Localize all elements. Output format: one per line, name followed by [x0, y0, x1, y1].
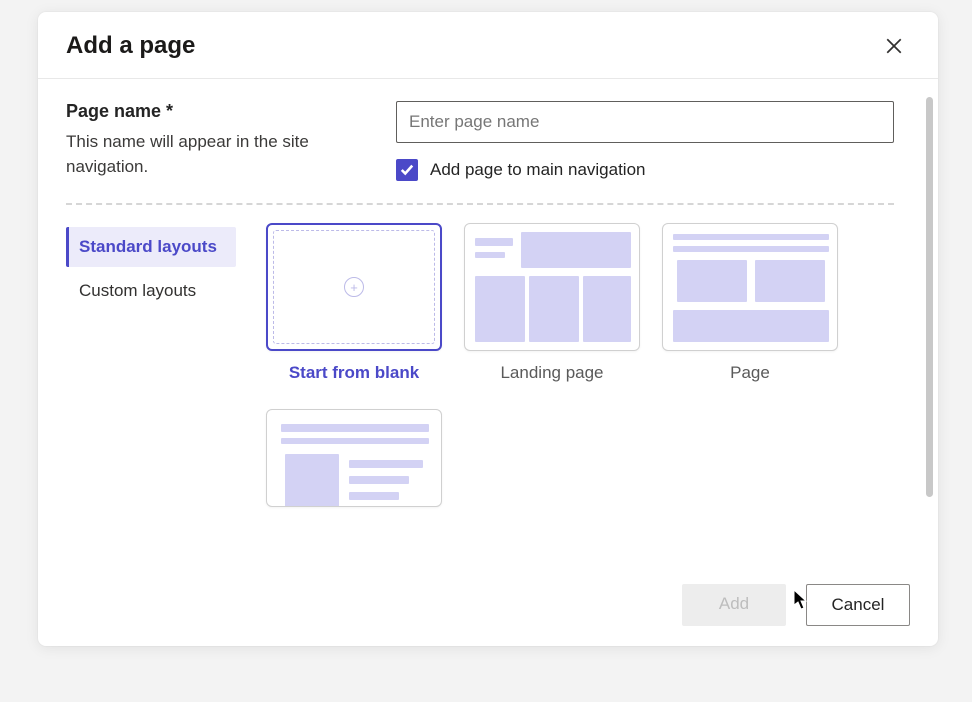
tab-custom-layouts[interactable]: Custom layouts [66, 271, 236, 311]
add-to-nav-checkbox[interactable] [396, 159, 418, 181]
scroll-region: Page name * This name will appear in the… [38, 79, 922, 646]
dialog-title: Add a page [66, 32, 195, 60]
dialog-body: Page name * This name will appear in the… [38, 79, 938, 646]
layout-option-article[interactable] [266, 409, 442, 507]
checkmark-icon [400, 163, 414, 177]
layout-thumb-article [266, 409, 442, 507]
layout-label-landing: Landing page [500, 363, 603, 383]
close-icon [885, 37, 903, 55]
page-name-controls: Add page to main navigation [396, 101, 894, 181]
layout-tabs: Standard layouts Custom layouts [66, 223, 236, 507]
section-divider [66, 203, 894, 205]
plus-icon: + [344, 277, 364, 297]
layout-label-blank: Start from blank [289, 363, 419, 383]
vertical-scrollbar[interactable] [926, 97, 933, 497]
dialog-footer: Add Cancel [682, 584, 910, 626]
tab-standard-layouts[interactable]: Standard layouts [66, 227, 236, 267]
layout-label-page: Page [730, 363, 770, 383]
page-name-row: Page name * This name will appear in the… [66, 101, 894, 203]
add-to-nav-row: Add page to main navigation [396, 159, 894, 181]
add-page-dialog: Add a page Page name * This name will ap… [38, 12, 938, 646]
page-name-help: This name will appear in the site naviga… [66, 130, 366, 179]
dialog-header: Add a page [38, 12, 938, 79]
close-button[interactable] [878, 30, 910, 62]
layout-option-blank[interactable]: + Start from blank [266, 223, 442, 383]
cancel-button[interactable]: Cancel [806, 584, 910, 626]
layout-thumb-blank: + [266, 223, 442, 351]
add-to-nav-label: Add page to main navigation [430, 160, 646, 180]
layout-grid: + Start from blank Landing page [266, 223, 894, 507]
add-button[interactable]: Add [682, 584, 786, 626]
layout-thumb-page [662, 223, 838, 351]
page-name-label: Page name * [66, 101, 366, 122]
layout-option-page[interactable]: Page [662, 223, 838, 383]
layout-option-landing[interactable]: Landing page [464, 223, 640, 383]
page-name-label-group: Page name * This name will appear in the… [66, 101, 366, 179]
layout-thumb-landing [464, 223, 640, 351]
page-name-input[interactable] [396, 101, 894, 143]
layouts-area: Standard layouts Custom layouts + Start … [66, 223, 894, 507]
